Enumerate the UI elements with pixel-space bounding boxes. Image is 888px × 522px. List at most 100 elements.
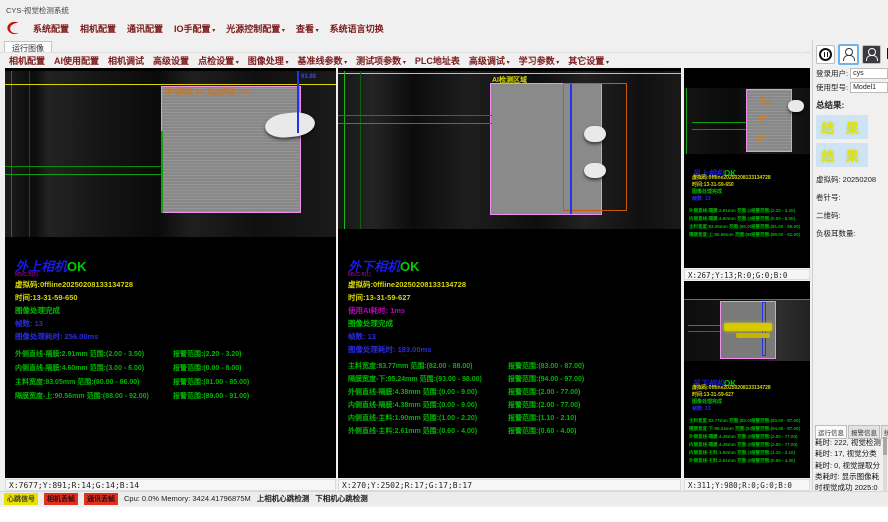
user-login-button[interactable] bbox=[838, 44, 859, 65]
model-label: 使用型号: bbox=[816, 82, 848, 93]
measure-line bbox=[338, 123, 492, 124]
measurement-row: 外侧直线-主料:2.61mm 范围:(0.60 - 4.00)报警范围:(0.6… bbox=[689, 458, 808, 464]
measurement-row: 主料宽度:83.77mm 范围:(82.00 - 88.00)报警范围:(83.… bbox=[348, 361, 679, 371]
measure-value: 隔膜宽度-下:95.24mm 范围:(93.00 - 98.00) bbox=[348, 374, 508, 384]
menu-item-view[interactable]: 查看 bbox=[296, 22, 319, 35]
overlay-time: 时间:13-31-59-627 bbox=[348, 292, 411, 303]
statusbar-hang-lower: X:311;Y:980;R:0;G:0;B:0 bbox=[684, 479, 810, 491]
measure-value: 外侧直线-主料:2.61mm 范围:(0.60 - 4.00) bbox=[348, 426, 508, 436]
statusbar-outer-lower: X:270;Y:2502;R:17;G:17;B:17 bbox=[338, 479, 681, 491]
alarm-range: 报警范围:(0.00 - 8.00) bbox=[173, 363, 241, 373]
alarm-range: 报警范围:(81.00 - 85.00) bbox=[173, 377, 249, 387]
measurement-row: 内侧直线-主料:1.90mm 范围:(1.00 - 2.20)报警范围:(1.1… bbox=[348, 413, 679, 423]
comm-dropframe-badge: 通讯丢帧 bbox=[84, 493, 118, 505]
toolbar-test-params[interactable]: 测试项参数 bbox=[356, 54, 406, 67]
overlay-frame-count: 帧数: 13 bbox=[15, 318, 43, 329]
main-area: 93.88 平均亮值:93, 动态亮值:100 外上相机OK M5/C.B(1)… bbox=[0, 68, 888, 505]
qr-code-row: 二维码: bbox=[816, 210, 888, 221]
exit-button[interactable] bbox=[884, 46, 888, 63]
overlay-sub-text: M5/C.B(1) bbox=[15, 272, 38, 278]
blue-marker-line bbox=[570, 84, 572, 214]
overlay-virtual-code: 虚拟码:0ffline20250208133134728 bbox=[692, 384, 806, 391]
toolbar-camera-debug[interactable]: 相机调试 bbox=[108, 54, 144, 67]
alarm-range: 报警范围:(0.00 - 8.00) bbox=[751, 216, 795, 222]
brightness-annotation: 平均亮值:93, 动态亮值:100 bbox=[165, 87, 249, 97]
alarm-range: 报警范围:(83.00 - 87.00) bbox=[508, 361, 584, 371]
highlight-text-blob bbox=[724, 323, 772, 331]
overlay-frame-count: 帧数: 13 bbox=[692, 405, 711, 412]
toolbar-image-processing[interactable]: 图像处理 bbox=[248, 54, 289, 67]
measure-value: 外侧直线-隔膜:4.38mm 范围:(0.00 - 9.00) bbox=[689, 434, 751, 440]
toolbar-camera-config[interactable]: 相机配置 bbox=[9, 54, 45, 67]
bright-spot bbox=[584, 163, 606, 178]
login-user-field[interactable]: cys bbox=[850, 68, 888, 79]
camera-view-outer-upper[interactable]: 93.88 平均亮值:93, 动态亮值:100 外上相机OK M5/C.B(1)… bbox=[5, 68, 336, 478]
bottom-status-bar: 心跳信号 相机丢帧 通讯丢帧 Cpu: 0.0% Memory: 3424.41… bbox=[0, 491, 888, 505]
alarm-range: 报警范围:(89.00 - 91.00) bbox=[751, 232, 800, 238]
camera-view-outer-lower[interactable]: AI检测区域 外下相机OK M5/C.B(1) 虚拟码:0ffline20250… bbox=[338, 68, 681, 478]
camera-view-hang-lower[interactable]: 吊下相机OK 虚拟码:0ffline20250208133134728 时间:1… bbox=[684, 281, 810, 478]
alarm-range: 报警范围:(1.10 - 2.10) bbox=[508, 413, 576, 423]
camera-ok-status: OK bbox=[400, 259, 420, 274]
measurement-row: 隔膜宽度-下:95.24mm 范围:(93.00 - 98.00)报警范围:(9… bbox=[348, 374, 679, 384]
alarm-range: 报警范围:(81.00 - 85.00) bbox=[751, 224, 800, 230]
guide-line bbox=[684, 299, 810, 300]
measurement-row: 外侧直线-主料:2.61mm 范围:(0.60 - 4.00)报警范围:(0.6… bbox=[348, 426, 679, 436]
user-manage-button[interactable] bbox=[862, 45, 881, 64]
tab-count-row: 负极耳数量: bbox=[816, 228, 888, 239]
menu-item-camera-config[interactable]: 相机配置 bbox=[80, 22, 116, 35]
overlay-frame-count: 帧数: 13 bbox=[348, 331, 376, 342]
lower-camera-heartbeat-check: 下相机心跳检测 bbox=[315, 493, 368, 504]
toolbar-baseline-params[interactable]: 基准线参数 bbox=[297, 54, 347, 67]
measure-line bbox=[688, 331, 720, 332]
toolbar-other-settings[interactable]: 其它设置 bbox=[568, 54, 609, 67]
measure-value: 隔膜宽度-上:90.56mm 范围:(88.00 - 92.00) bbox=[689, 232, 751, 238]
measurement-row: 内侧直线-主料:1.90mm 范围:(1.00 - 2.20)报警范围:(1.1… bbox=[689, 450, 808, 456]
measure-value: 主料宽度:83.05mm 范围:(80.00 - 86.00) bbox=[15, 377, 173, 387]
measurement-row: 外侧直线-隔膜:4.38mm 范围:(0.00 - 9.00)报警范围:(2.0… bbox=[689, 434, 808, 440]
measure-value: 主料宽度:83.77mm 范围:(82.00 - 88.00) bbox=[689, 418, 751, 424]
toolbar-spot-check[interactable]: 点检设置 bbox=[198, 54, 239, 67]
alarm-range: 报警范围:(2.00 - 77.00) bbox=[751, 434, 798, 440]
app-window: CYS-视觉检测系统 系统配置 相机配置 通讯配置 IO手配置 光源控制配置 查… bbox=[0, 0, 888, 507]
menu-item-language-switch[interactable]: 系统语言切换 bbox=[330, 22, 384, 35]
camera-image-outer-lower: AI检测区域 bbox=[338, 71, 681, 229]
baseline-yellow bbox=[338, 73, 681, 74]
alarm-range: 报警范围:(89.00 - 91.00) bbox=[173, 391, 249, 401]
camera-dropframe-badge: 相机丢帧 bbox=[44, 493, 78, 505]
statusbar-hang-upper: X:267;Y:13;R:0;G:0;B:0 bbox=[684, 269, 810, 280]
measurement-row: 主料宽度:83.05mm 范围:(80.00 - 86.00)报警范围:(81.… bbox=[15, 377, 334, 387]
toolbar-plc-address[interactable]: PLC地址表 bbox=[415, 54, 460, 67]
menu-item-light-control[interactable]: 光源控制配置 bbox=[226, 22, 285, 35]
anchor-box bbox=[758, 136, 766, 144]
menu-item-comm-config[interactable]: 通讯配置 bbox=[127, 22, 163, 35]
alarm-range: 报警范围:(83.00 - 87.00) bbox=[751, 418, 800, 424]
overlay-virtual-code: 虚拟码:0ffline20250208133134728 bbox=[692, 174, 806, 181]
toolbar-advanced-settings[interactable]: 高级设置 bbox=[153, 54, 189, 67]
measure-value: 外侧直线-隔膜:2.91mm 范围:(2.00 - 3.50) bbox=[689, 208, 751, 214]
needle-number-row: 卷针号: bbox=[816, 192, 888, 203]
baseline-yellow bbox=[5, 84, 336, 85]
toolbar-ai-config[interactable]: AI使用配置 bbox=[54, 54, 99, 67]
result-box-upper: 结 果 bbox=[816, 115, 868, 139]
camera-image-hang-lower bbox=[684, 299, 810, 361]
menu-item-io-config[interactable]: IO手配置 bbox=[174, 22, 215, 35]
ai-region-label: AI检测区域 bbox=[492, 75, 527, 85]
edge-line bbox=[161, 131, 163, 213]
alarm-range: 报警范围:(94.00 - 97.00) bbox=[751, 426, 800, 432]
sub-toolbar: 相机配置 AI使用配置 相机调试 高级设置 点检设置 图像处理 基准线参数 测试… bbox=[0, 52, 806, 68]
alarm-range: 报警范围:(0.60 - 4.00) bbox=[751, 458, 795, 464]
guide-line bbox=[686, 88, 687, 154]
login-user-label: 登录用户: bbox=[816, 68, 848, 79]
camera-ok-status: OK bbox=[67, 259, 87, 274]
overlay-time: 时间:13-31-59-627 bbox=[692, 391, 734, 398]
overlay-sub-text: M5/C.B(1) bbox=[348, 272, 371, 278]
pause-button[interactable] bbox=[816, 45, 835, 64]
toolbar-learning-params[interactable]: 学习参数 bbox=[519, 54, 560, 67]
toolbar-advanced-debug[interactable]: 高级调试 bbox=[469, 54, 510, 67]
camera-view-hang-upper[interactable]: 吊上相机OK 虚拟码:0ffline20250208133134728 时间:1… bbox=[684, 68, 810, 268]
menu-item-system-config[interactable]: 系统配置 bbox=[33, 22, 69, 35]
anchor-box bbox=[760, 116, 768, 124]
model-field[interactable]: Model1 bbox=[850, 82, 888, 93]
material-region bbox=[161, 86, 301, 213]
